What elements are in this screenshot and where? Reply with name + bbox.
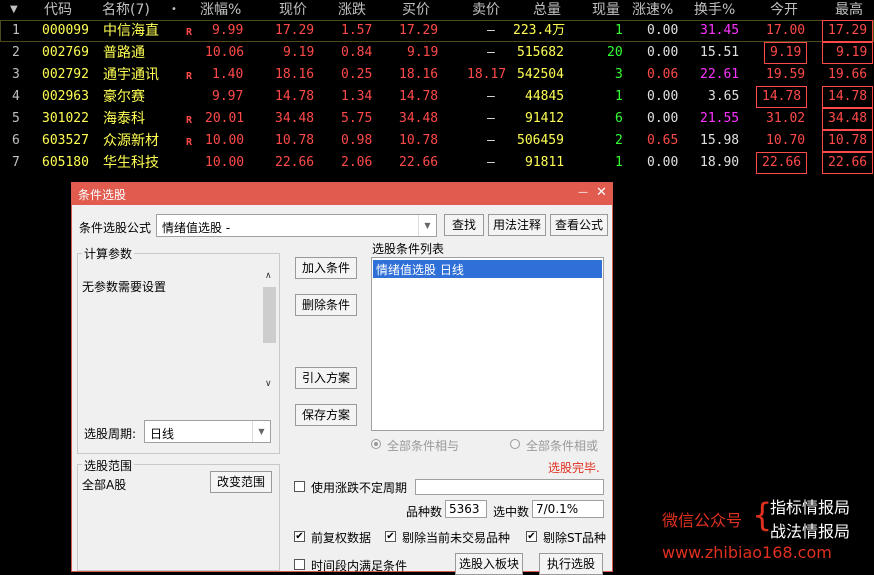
col-change[interactable]: 涨跌 — [338, 0, 366, 20]
table-row[interactable]: 7 605180 华生科技 10.00 22.66 2.06 22.66 — 9… — [0, 152, 874, 174]
rzrq-flag: R — [186, 115, 193, 126]
params-title: 计算参数 — [82, 245, 135, 262]
watermark-line1: 指标情报局 — [770, 498, 851, 517]
col-high[interactable]: 最高 — [835, 0, 863, 20]
rzrq-flag: R — [186, 137, 193, 148]
col-open[interactable]: 今开 — [770, 0, 798, 20]
table-header: ▼ 代码 名称(7) • 涨幅% 现价 涨跌 买价 卖价 总量 现量 涨速% 换… — [0, 0, 874, 20]
watermark-url: www.zhibiao168.com — [662, 543, 832, 562]
col-ask[interactable]: 卖价 — [472, 0, 500, 20]
table-row[interactable]: 6 603527 众源新材 R 10.00 10.78 0.98 10.78 —… — [0, 130, 874, 152]
fq-label: 前复权数据 — [311, 531, 372, 545]
col-bid[interactable]: 买价 — [402, 0, 430, 20]
time-checkbox[interactable] — [294, 559, 305, 570]
range-title: 选股范围 — [82, 457, 135, 474]
condition-list-title: 选股条件列表 — [372, 242, 445, 256]
table-row[interactable]: 2 002769 普路通 10.06 9.19 0.84 9.19 — 5156… — [0, 42, 874, 64]
radio-and-label: 全部条件相与 — [387, 439, 460, 453]
params-scrollbar[interactable]: ∧ ∨ — [262, 271, 277, 395]
period-label: 选股周期: — [84, 427, 137, 441]
delete-condition-button[interactable]: 删除条件 — [295, 294, 357, 316]
col-code[interactable]: 代码 — [44, 0, 72, 20]
radio-and[interactable] — [371, 439, 381, 449]
scroll-thumb[interactable] — [263, 287, 276, 343]
exclude-st-checkbox[interactable]: ✔ — [526, 531, 537, 542]
fq-checkbox[interactable]: ✔ — [294, 531, 305, 542]
list-item[interactable]: 情绪值选股 日线 — [373, 260, 602, 278]
formula-select[interactable]: 情绪值选股 - ▼ — [156, 214, 437, 237]
dialog-titlebar[interactable]: 条件选股 — ✕ — [72, 183, 612, 205]
selected-field: 7/0.1% — [532, 500, 604, 518]
usage-button[interactable]: 用法注释 — [488, 214, 546, 236]
time-label: 时间段内满足条件 — [311, 559, 408, 573]
sort-arrow-icon[interactable]: ▼ — [10, 0, 18, 20]
condition-list[interactable]: 情绪值选股 日线 — [371, 257, 604, 431]
to-block-button[interactable]: 选股入板块 — [455, 553, 523, 575]
dialog-title: 条件选股 — [78, 188, 127, 202]
selected-label: 选中数 — [493, 505, 530, 519]
count-label: 品种数 — [406, 505, 443, 519]
chevron-down-icon[interactable]: ▼ — [252, 421, 270, 442]
use-period-label: 使用涨跌不定周期 — [311, 481, 408, 495]
scroll-up-icon[interactable]: ∧ — [265, 271, 272, 281]
change-range-button[interactable]: 改变范围 — [210, 471, 272, 493]
exclude-untraded-label: 剔除当前未交易品种 — [402, 531, 511, 545]
find-button[interactable]: 查找 — [444, 214, 484, 236]
col-price[interactable]: 现价 — [279, 0, 307, 20]
use-period-checkbox[interactable] — [294, 481, 305, 492]
table-row[interactable]: 4 002963 豪尔赛 9.97 14.78 1.34 14.78 — 448… — [0, 86, 874, 108]
run-select-button[interactable]: 执行选股 — [539, 553, 603, 575]
exclude-untraded-checkbox[interactable]: ✔ — [385, 531, 396, 542]
col-turnover[interactable]: 换手% — [694, 0, 735, 20]
minimize-icon[interactable]: — — [578, 187, 588, 198]
col-change-pct[interactable]: 涨幅% — [200, 0, 241, 20]
params-text: 无参数需要设置 — [82, 280, 167, 294]
add-condition-button[interactable]: 加入条件 — [295, 257, 357, 279]
watermark-line2: 战法情报局 — [770, 522, 851, 541]
import-plan-button[interactable]: 引入方案 — [295, 367, 357, 389]
col-speed[interactable]: 涨速% — [632, 0, 673, 20]
col-cur-vol[interactable]: 现量 — [592, 0, 620, 20]
period-select[interactable]: 日线 ▼ — [144, 420, 271, 443]
save-plan-button[interactable]: 保存方案 — [295, 404, 357, 426]
watermark-wechat: 微信公众号 — [662, 511, 743, 530]
rzrq-flag: R — [186, 27, 193, 38]
rzrq-flag: R — [186, 71, 193, 82]
col-dot: • — [171, 4, 177, 15]
chevron-down-icon[interactable]: ▼ — [418, 215, 436, 236]
condition-select-dialog: 条件选股 — ✕ 条件选股公式 情绪值选股 - ▼ 查找 用法注释 查看公式 计… — [71, 182, 613, 575]
radio-or-label: 全部条件相或 — [526, 439, 599, 453]
col-volume[interactable]: 总量 — [533, 0, 561, 20]
range-value: 全部A股 — [82, 478, 127, 492]
table-row[interactable]: 3 002792 通宇通讯 R 1.40 18.16 0.25 18.16 18… — [0, 64, 874, 86]
table-row[interactable]: 5 301022 海泰科 R 20.01 34.48 5.75 34.48 — … — [0, 108, 874, 130]
radio-or[interactable] — [510, 439, 520, 449]
scroll-down-icon[interactable]: ∨ — [265, 379, 272, 389]
use-period-input[interactable] — [415, 479, 604, 495]
close-icon[interactable]: ✕ — [596, 185, 607, 200]
view-formula-button[interactable]: 查看公式 — [550, 214, 608, 236]
formula-label: 条件选股公式 — [79, 221, 152, 235]
status-text: 选股完毕. — [548, 461, 600, 475]
col-name[interactable]: 名称(7) — [102, 0, 150, 20]
count-field: 5363 — [445, 500, 487, 518]
exclude-st-label: 剔除ST品种 — [543, 531, 606, 545]
table-row[interactable]: 1 000099 中信海直 R 9.99 17.29 1.57 17.29 — … — [0, 20, 874, 42]
